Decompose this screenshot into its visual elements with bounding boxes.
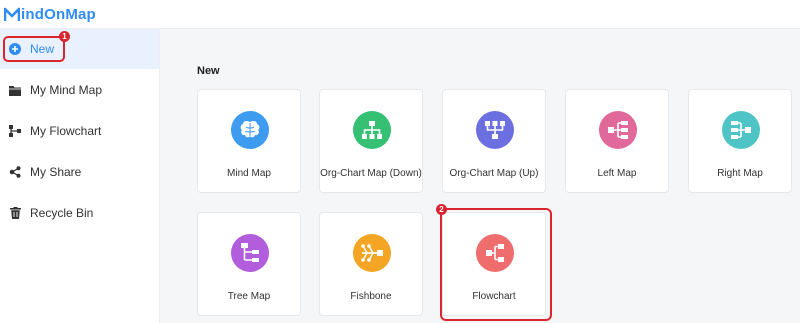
sidebar-item-my-share[interactable]: My Share [0,152,159,192]
template-card-label: Tree Map [227,291,271,302]
sidebar-item-label: My Mind Map [30,83,103,97]
sidebar: New My Mind Map My Flowchart My Share Re… [0,29,160,323]
flowchart-icon [8,124,22,138]
template-card-mind-map[interactable]: Mind Map [197,89,301,193]
sidebar-item-label: My Flowchart [30,124,102,138]
sidebar-item-label: My Share [30,165,82,179]
flowchart-highlight-box [440,208,552,321]
sidebar-item-my-mind-map[interactable]: My Mind Map [0,70,159,110]
template-card-tree-map[interactable]: Tree Map [197,212,301,316]
folder-icon [8,83,22,97]
template-card-fishbone[interactable]: Fishbone [319,212,423,316]
org-chart-up-icon [476,111,514,149]
logo-m-icon [3,7,21,22]
template-card-right-map[interactable]: Right Map [688,89,792,193]
section-title: New [197,65,220,77]
top-bar: indOnMap [0,0,800,29]
org-chart-down-icon [353,111,391,149]
template-card-label: Fishbone [350,291,392,302]
share-icon [8,165,22,179]
template-card-label: Left Map [597,168,637,179]
trash-icon [8,206,22,220]
sidebar-item-label: Recycle Bin [30,206,94,220]
sidebar-item-recycle-bin[interactable]: Recycle Bin [0,193,159,233]
app-logo[interactable]: indOnMap [3,4,96,24]
template-card-left-map[interactable]: Left Map [565,89,669,193]
template-card-label: Right Map [717,168,763,179]
template-card-label: Org-Chart Map (Up) [449,168,539,179]
template-card-label: Mind Map [227,168,271,179]
new-highlight-box [3,36,65,62]
logo-text: indOnMap [21,5,96,23]
left-map-icon [599,111,637,149]
step-badge-2: 2 [436,204,447,215]
sidebar-item-my-flowchart[interactable]: My Flowchart [0,111,159,151]
template-card-label: Org-Chart Map (Down) [320,168,422,179]
fishbone-icon [353,234,391,272]
template-card-org-chart-up[interactable]: Org-Chart Map (Up) [442,89,546,193]
tree-map-icon [231,234,269,272]
template-card-org-chart-down[interactable]: Org-Chart Map (Down) [319,89,423,193]
brain-icon [231,111,269,149]
right-map-icon [722,111,760,149]
step-badge-1: 1 [59,31,70,42]
